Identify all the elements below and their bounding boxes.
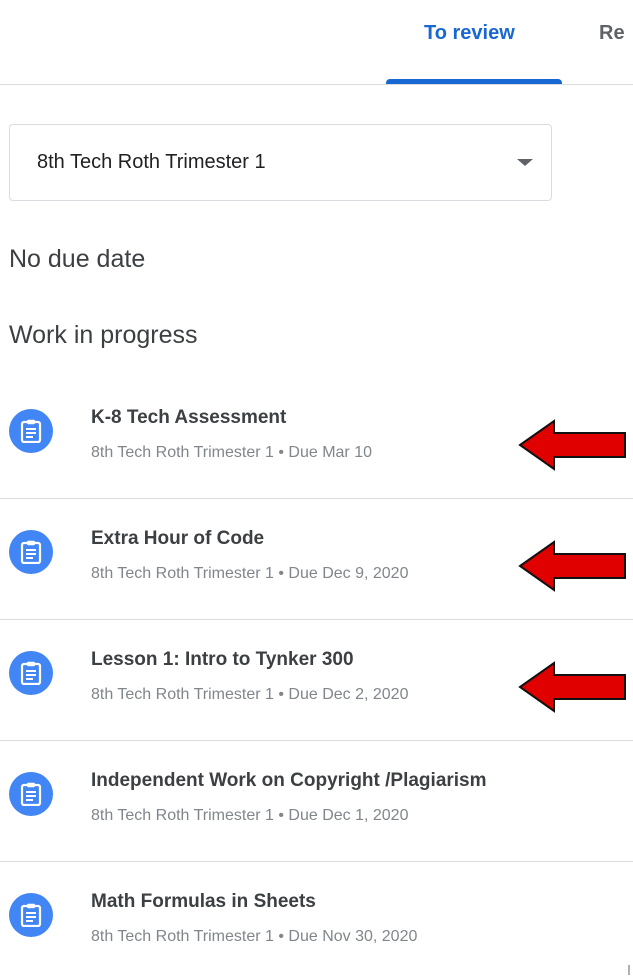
scrollbar-tick[interactable] [628,965,630,975]
assignment-title: Independent Work on Copyright /Plagiaris… [91,770,487,791]
dropdown-arrow-icon [517,159,533,166]
assignment-title: Math Formulas in Sheets [91,891,316,912]
list-item[interactable]: Lesson 1: Intro to Tynker 300 8th Tech R… [0,620,633,741]
assignment-title: Lesson 1: Intro to Tynker 300 [91,649,354,670]
red-arrow-icon [518,540,626,592]
assignment-title: Extra Hour of Code [91,528,265,549]
assignment-icon [9,530,53,574]
list-item[interactable]: Math Formulas in Sheets 8th Tech Roth Tr… [0,862,633,979]
classwork-review-page: To review Re 8th Tech Roth Trimester 1 N… [0,0,633,979]
red-arrow-icon [518,419,626,471]
tab-bar: To review Re [0,0,633,85]
assignment-meta: 8th Tech Roth Trimester 1 • Due Dec 9, 2… [91,565,409,582]
assignment-meta: 8th Tech Roth Trimester 1 • Due Mar 10 [91,444,372,461]
assignment-icon [9,772,53,816]
list-item[interactable]: Independent Work on Copyright /Plagiaris… [0,741,633,862]
class-select-dropdown[interactable]: 8th Tech Roth Trimester 1 [9,124,552,201]
list-item[interactable]: Extra Hour of Code 8th Tech Roth Trimest… [0,499,633,620]
assignment-meta: 8th Tech Roth Trimester 1 • Due Nov 30, … [91,928,418,945]
assignment-icon [9,893,53,937]
assignment-list: K-8 Tech Assessment 8th Tech Roth Trimes… [0,378,633,979]
active-tab-indicator [386,79,562,84]
tab-returned[interactable]: Re [599,22,625,45]
tab-to-review[interactable]: To review [424,22,515,45]
section-heading-work-in-progress: Work in progress [9,321,198,349]
list-item[interactable]: K-8 Tech Assessment 8th Tech Roth Trimes… [0,378,633,499]
assignment-meta: 8th Tech Roth Trimester 1 • Due Dec 2, 2… [91,686,409,703]
assignment-icon [9,651,53,695]
red-arrow-icon [518,661,626,713]
assignment-title: K-8 Tech Assessment [91,407,287,428]
section-heading-no-due-date: No due date [9,245,146,273]
class-select-value: 8th Tech Roth Trimester 1 [37,151,266,173]
assignment-icon [9,409,53,453]
assignment-meta: 8th Tech Roth Trimester 1 • Due Dec 1, 2… [91,807,409,824]
